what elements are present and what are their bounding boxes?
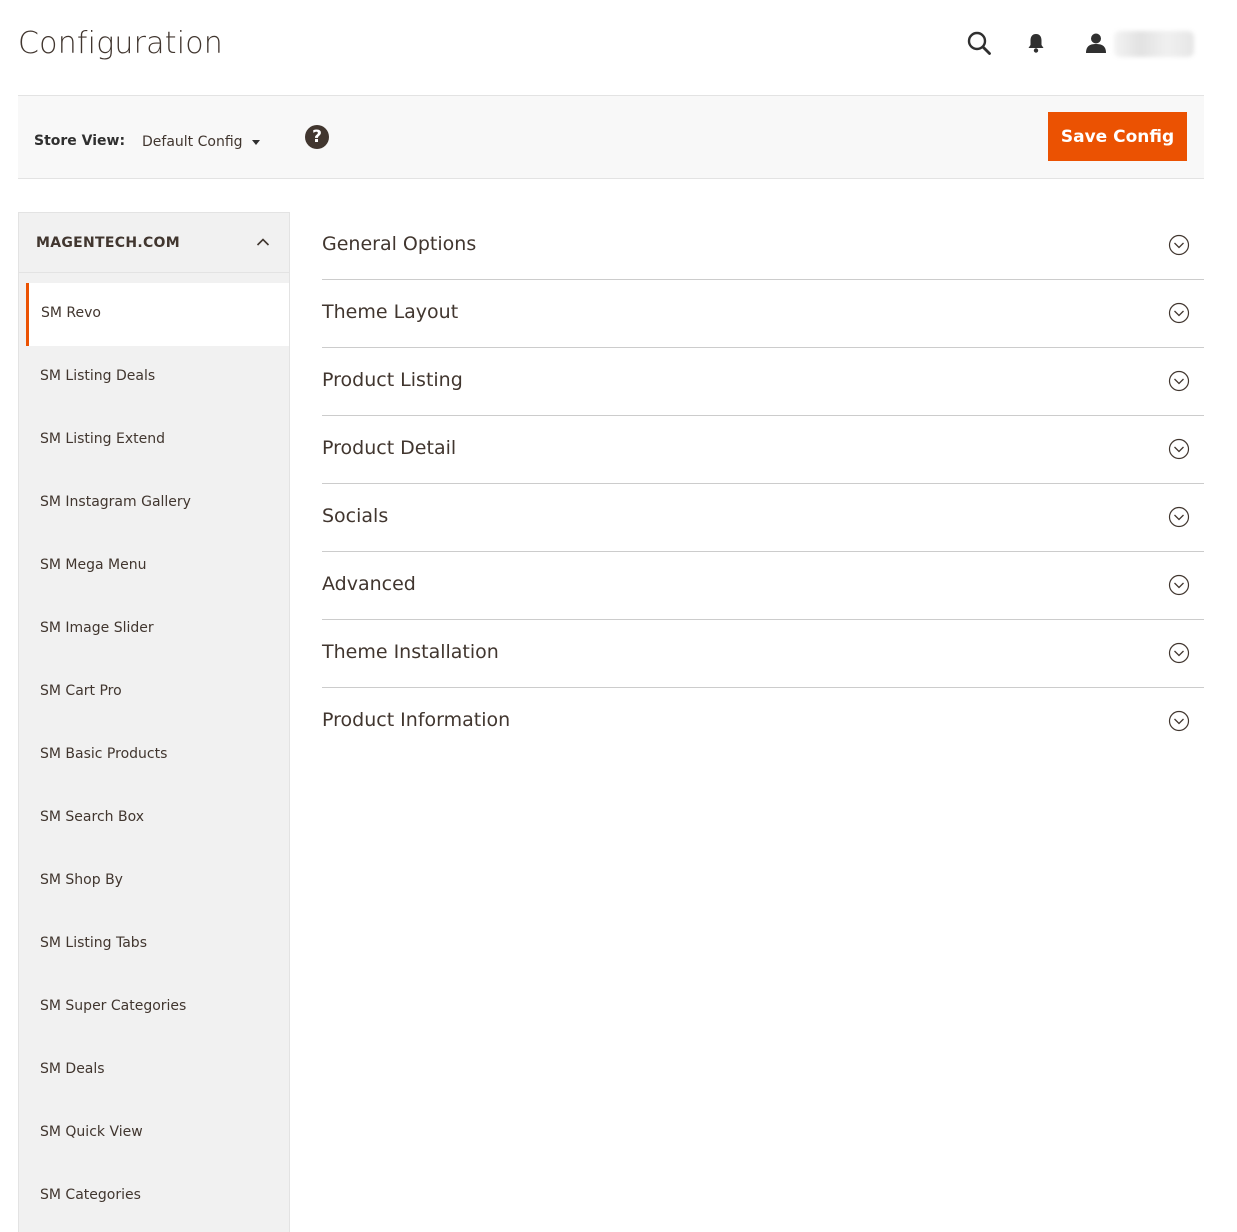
sidebar-item-label: SM Mega Menu <box>40 557 147 573</box>
section-product-information[interactable]: Product Information <box>322 688 1204 756</box>
sidebar-item-label: SM Shop By <box>40 872 123 888</box>
section-title: Product Information <box>322 709 511 731</box>
section-socials[interactable]: Socials <box>322 484 1204 552</box>
section-title: General Options <box>322 233 477 255</box>
sidebar-group-label: MAGENTECH.COM <box>36 235 180 251</box>
page-header: Configuration admin <box>0 0 1237 95</box>
section-title: Theme Installation <box>322 641 499 663</box>
config-sections: General Options Theme Layout Product Lis… <box>322 212 1204 756</box>
sidebar-item-sm-image-slider[interactable]: SM Image Slider <box>19 598 289 661</box>
section-title: Socials <box>322 505 389 527</box>
search-button[interactable] <box>964 28 994 58</box>
sidebar-item-sm-deals[interactable]: SM Deals <box>19 1039 289 1102</box>
search-icon <box>967 31 991 55</box>
sidebar-item-label: SM Cart Pro <box>40 683 122 699</box>
section-title: Advanced <box>322 573 416 595</box>
expand-circle-icon <box>1168 370 1190 392</box>
store-switcher-bar: Store View: Default Config ? Save Config <box>18 95 1204 179</box>
expand-circle-icon <box>1168 574 1190 596</box>
sidebar-item-sm-instagram-gallery[interactable]: SM Instagram Gallery <box>19 472 289 535</box>
section-product-detail[interactable]: Product Detail <box>322 416 1204 484</box>
sidebar-item-sm-shop-by[interactable]: SM Shop By <box>19 850 289 913</box>
expand-circle-icon <box>1168 302 1190 324</box>
expand-circle-icon <box>1168 438 1190 460</box>
sidebar-item-label: SM Quick View <box>40 1124 143 1140</box>
sidebar-item-sm-cart-pro[interactable]: SM Cart Pro <box>19 661 289 724</box>
sidebar-item-label: SM Listing Extend <box>40 431 165 447</box>
caret-down-icon <box>251 139 260 145</box>
sidebar-item-label: SM Deals <box>40 1061 105 1077</box>
store-view-value: Default Config <box>142 134 243 150</box>
sidebar-item-label: SM Revo <box>41 305 101 321</box>
sidebar-item-label: SM Instagram Gallery <box>40 494 191 510</box>
section-theme-installation[interactable]: Theme Installation <box>322 620 1204 688</box>
sidebar-item-sm-search-box[interactable]: SM Search Box <box>19 787 289 850</box>
sidebar-item-sm-quick-view[interactable]: SM Quick View <box>19 1102 289 1165</box>
expand-circle-icon <box>1168 506 1190 528</box>
user-icon <box>1086 33 1106 53</box>
sidebar-item-label: SM Categories <box>40 1187 141 1203</box>
sidebar-group-magentech[interactable]: MAGENTECH.COM <box>19 213 289 273</box>
sidebar-item-label: SM Listing Tabs <box>40 935 147 951</box>
notifications-button[interactable] <box>1021 28 1051 58</box>
sidebar-item-sm-listing-extend[interactable]: SM Listing Extend <box>19 409 289 472</box>
section-title: Theme Layout <box>322 301 459 323</box>
bell-icon <box>1028 34 1044 53</box>
user-name[interactable]: admin <box>1114 31 1194 57</box>
store-view-label: Store View: <box>34 133 126 149</box>
section-theme-layout[interactable]: Theme Layout <box>322 280 1204 348</box>
sidebar-item-sm-super-categories[interactable]: SM Super Categories <box>19 976 289 1039</box>
expand-circle-icon <box>1168 642 1190 664</box>
user-account-button[interactable] <box>1081 28 1111 58</box>
expand-circle-icon <box>1168 234 1190 256</box>
chevron-up-icon <box>256 238 270 246</box>
sidebar-item-label: SM Listing Deals <box>40 368 156 384</box>
page-title: Configuration <box>18 26 224 61</box>
sidebar-item-sm-basic-products[interactable]: SM Basic Products <box>19 724 289 787</box>
config-sidebar: MAGENTECH.COM SM Revo SM Listing Deals S… <box>18 212 290 1232</box>
save-config-button[interactable]: Save Config <box>1048 112 1187 161</box>
help-icon[interactable]: ? <box>305 125 329 149</box>
section-title: Product Detail <box>322 437 457 459</box>
sidebar-item-label: SM Super Categories <box>40 998 187 1014</box>
section-product-listing[interactable]: Product Listing <box>322 348 1204 416</box>
sidebar-item-sm-mega-menu[interactable]: SM Mega Menu <box>19 535 289 598</box>
sidebar-list: SM Revo SM Listing Deals SM Listing Exte… <box>19 283 289 1228</box>
sidebar-item-sm-categories[interactable]: SM Categories <box>19 1165 289 1228</box>
sidebar-item-sm-listing-tabs[interactable]: SM Listing Tabs <box>19 913 289 976</box>
sidebar-item-label: SM Image Slider <box>40 620 154 636</box>
sidebar-item-sm-listing-deals[interactable]: SM Listing Deals <box>19 346 289 409</box>
expand-circle-icon <box>1168 710 1190 732</box>
section-advanced[interactable]: Advanced <box>322 552 1204 620</box>
store-view-dropdown[interactable]: Default Config <box>142 134 260 150</box>
sidebar-item-label: SM Basic Products <box>40 746 168 762</box>
section-general-options[interactable]: General Options <box>322 212 1204 280</box>
section-title: Product Listing <box>322 369 463 391</box>
sidebar-item-sm-revo[interactable]: SM Revo <box>26 283 289 346</box>
sidebar-item-label: SM Search Box <box>40 809 144 825</box>
